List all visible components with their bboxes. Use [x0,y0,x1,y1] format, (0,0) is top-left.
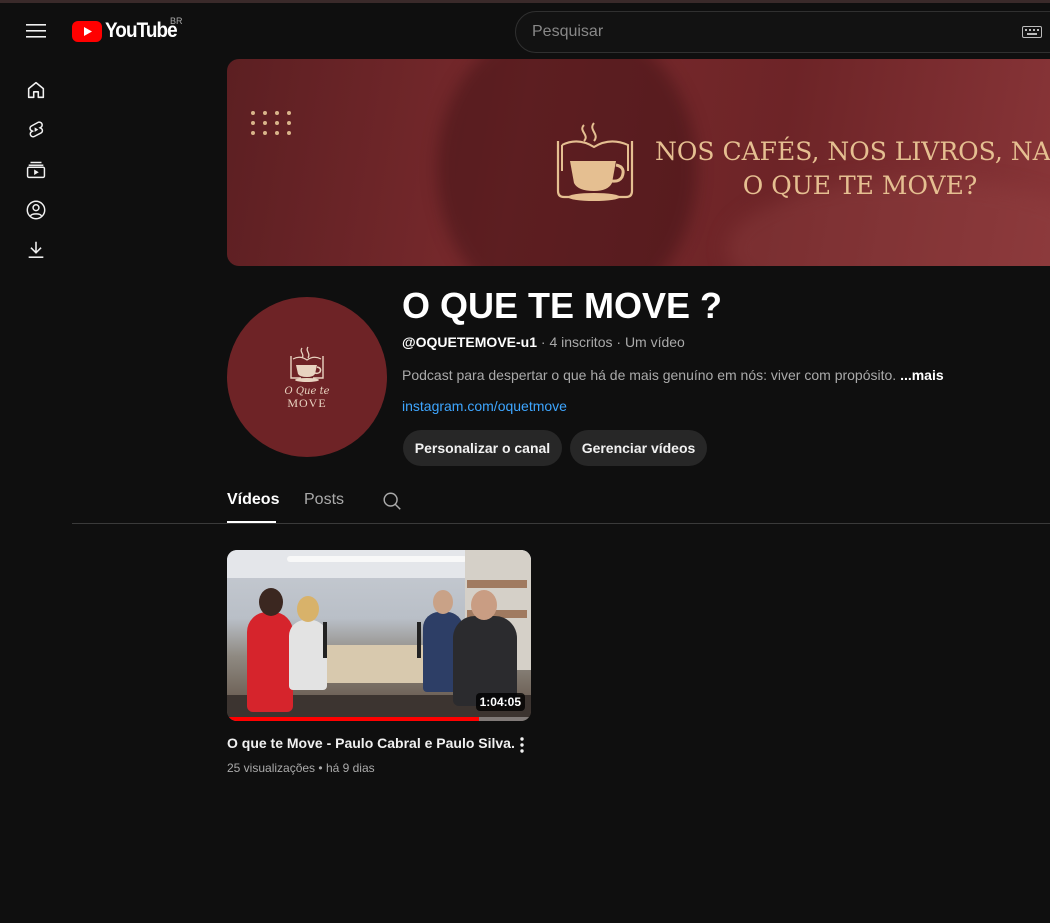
meta-separator: · [612,334,625,350]
channel-banner: NOS CAFÉS, NOS LIVROS, NA VIDA O QUE TE … [227,59,1050,266]
avatar-text-1: O Que te [284,385,330,397]
sidebar-item-subscriptions[interactable] [24,158,48,182]
hamburger-menu-icon [26,24,46,38]
logo-wordmark: YouTube [105,19,178,42]
tabs-divider [72,523,1050,524]
watch-progress-fill [227,717,480,721]
thumb-person-head [259,588,283,616]
more-vertical-icon [520,737,524,753]
search-icon[interactable] [381,490,403,512]
video-title[interactable]: O que te Move - Paulo Cabral e Paulo Sil… [227,735,515,751]
sidebar-item-home[interactable] [24,78,48,102]
sidebar-item-downloads[interactable] [24,238,48,262]
subscriptions-icon [26,161,46,179]
avatar-text-2: MOVE [287,395,327,410]
banner-line-1: NOS CAFÉS, NOS LIVROS, NA VIDA [655,137,1050,166]
channel-title: O QUE TE MOVE ? [402,285,723,326]
manage-videos-button[interactable]: Gerenciar vídeos [570,430,707,466]
subscriber-count: 4 inscritos [549,334,613,350]
banner-slogan: NOS CAFÉS, NOS LIVROS, NA VIDA O QUE TE … [655,135,1050,203]
home-icon [27,81,45,99]
thumb-shelf-board [467,580,527,588]
video-thumbnail[interactable]: 1:04:05 [227,550,531,721]
masthead: YouTube BR Pesquisar [0,3,1050,59]
channel-avatar[interactable]: O Que te MOVE [227,297,387,457]
download-icon [28,241,44,258]
thumb-person [289,620,327,690]
meta-separator: • [315,761,326,775]
coffee-book-logo-icon [556,122,634,201]
thumb-person-head [297,596,319,622]
youtube-play-icon [72,20,102,42]
youtube-logo[interactable]: YouTube [72,19,185,43]
video-count: Um vídeo [624,334,685,350]
search-placeholder: Pesquisar [532,23,604,40]
thumb-microphone [323,622,327,658]
video-menu-button[interactable] [512,734,532,756]
sidebar-item-shorts[interactable] [24,118,48,142]
search-input[interactable]: Pesquisar [515,11,1050,53]
keyboard-icon[interactable] [1022,26,1042,38]
thumb-person-head [433,590,453,614]
tab-videos[interactable]: Vídeos [227,491,279,509]
thumb-lights [287,556,467,562]
sidebar-item-you[interactable] [24,198,48,222]
upload-age: há 9 dias [325,761,375,775]
meta-separator: · [537,334,550,350]
more-link[interactable]: ...mais [900,367,944,383]
country-code: BR [170,16,183,26]
thumb-microphone [417,622,421,658]
tab-posts[interactable]: Posts [304,491,344,509]
video-meta: 25 visualizações • há 9 dias [227,761,375,775]
thumb-person [247,612,293,712]
banner-dot-pattern [251,111,293,135]
user-circle-icon [26,200,46,220]
channel-meta: @OQUETEMOVE-u1 · 4 inscritos · Um vídeo [402,334,685,350]
channel-handle: @OQUETEMOVE-u1 [402,334,537,350]
channel-external-link[interactable]: instagram.com/oquetmove [402,398,567,414]
video-duration: 1:04:05 [475,693,525,711]
thumb-person-head [471,590,497,620]
watch-progress-bar [227,717,531,721]
guide-menu-button[interactable] [18,13,54,49]
banner-line-2: O QUE TE MOVE? [742,171,978,200]
customize-channel-button[interactable]: Personalizar o canal [403,430,562,466]
coffee-cup-icon [290,346,324,382]
channel-description[interactable]: Podcast para despertar o que há de mais … [402,367,944,383]
description-text: Podcast para despertar o que há de mais … [402,367,901,383]
shorts-icon [29,121,44,138]
view-count: 25 visualizações [227,761,316,775]
